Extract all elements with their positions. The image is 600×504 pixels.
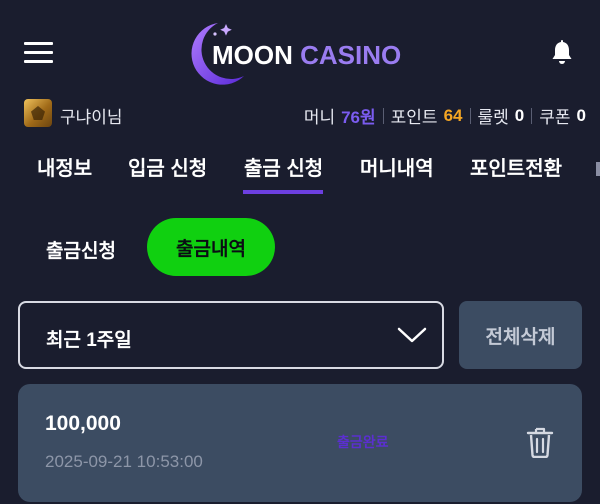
withdraw-record-card: 100,000 2025-09-21 10:53:00 출금완료 <box>18 384 582 502</box>
logo-word-moon: MOON <box>212 40 293 70</box>
record-amount: 100,000 <box>45 412 121 435</box>
moon-casino-logo[interactable]: MOON CASINO <box>182 20 418 86</box>
subtab-withdraw-history[interactable]: 출금내역 <box>147 218 275 276</box>
delete-all-button[interactable]: 전체삭제 <box>459 301 582 369</box>
period-select-value: 최근 1주일 <box>46 330 132 351</box>
tab-point-exchange[interactable]: 포인트전환 <box>470 152 562 181</box>
hamburger-menu-icon[interactable] <box>24 40 54 64</box>
coupon-label: 쿠폰 <box>539 108 571 127</box>
record-status: 출금완료 <box>337 434 389 450</box>
divider <box>531 107 533 124</box>
username: 구냐이님 <box>60 108 123 127</box>
coupon-value: 0 <box>576 105 586 125</box>
user-level-badge-icon <box>24 99 52 127</box>
tab-my-info[interactable]: 내정보 <box>37 152 92 181</box>
period-select[interactable]: 최근 1주일 <box>18 301 444 369</box>
active-tab-indicator <box>243 190 323 194</box>
tab-money-history[interactable]: 머니내역 <box>360 152 434 181</box>
tab-withdraw-request[interactable]: 출금 신청 <box>244 152 323 181</box>
subtab-withdraw-request[interactable]: 출금신청 <box>46 236 116 263</box>
roulette-label: 룰렛 <box>477 108 509 127</box>
point-value: 64 <box>443 105 463 125</box>
divider <box>382 107 384 124</box>
point-label: 포인트 <box>390 108 438 127</box>
app-header: MOON CASINO <box>0 0 600 100</box>
trash-icon[interactable] <box>526 426 554 458</box>
record-datetime: 2025-09-21 10:53:00 <box>45 452 203 471</box>
user-balances: 머니 76원 포인트 64 룰렛 0 쿠폰 0 <box>304 103 586 128</box>
bell-icon[interactable] <box>549 40 575 66</box>
tab-overflow-indicator <box>596 162 600 176</box>
tab-deposit-request[interactable]: 입금 신청 <box>128 152 207 181</box>
money-label: 머니 <box>303 108 336 127</box>
divider <box>469 107 471 124</box>
mypage-tabs: 내정보 입금 신청 출금 신청 머니내역 포인트전환 <box>0 140 600 196</box>
chevron-down-icon <box>397 327 427 343</box>
money-value: 76원 <box>341 108 376 127</box>
logo-text: MOON CASINO <box>212 40 401 71</box>
logo-word-casino: CASINO <box>300 40 402 70</box>
roulette-value: 0 <box>514 105 525 125</box>
user-info-bar: 구냐이님 머니 76원 포인트 64 룰렛 0 쿠폰 0 <box>0 97 600 131</box>
